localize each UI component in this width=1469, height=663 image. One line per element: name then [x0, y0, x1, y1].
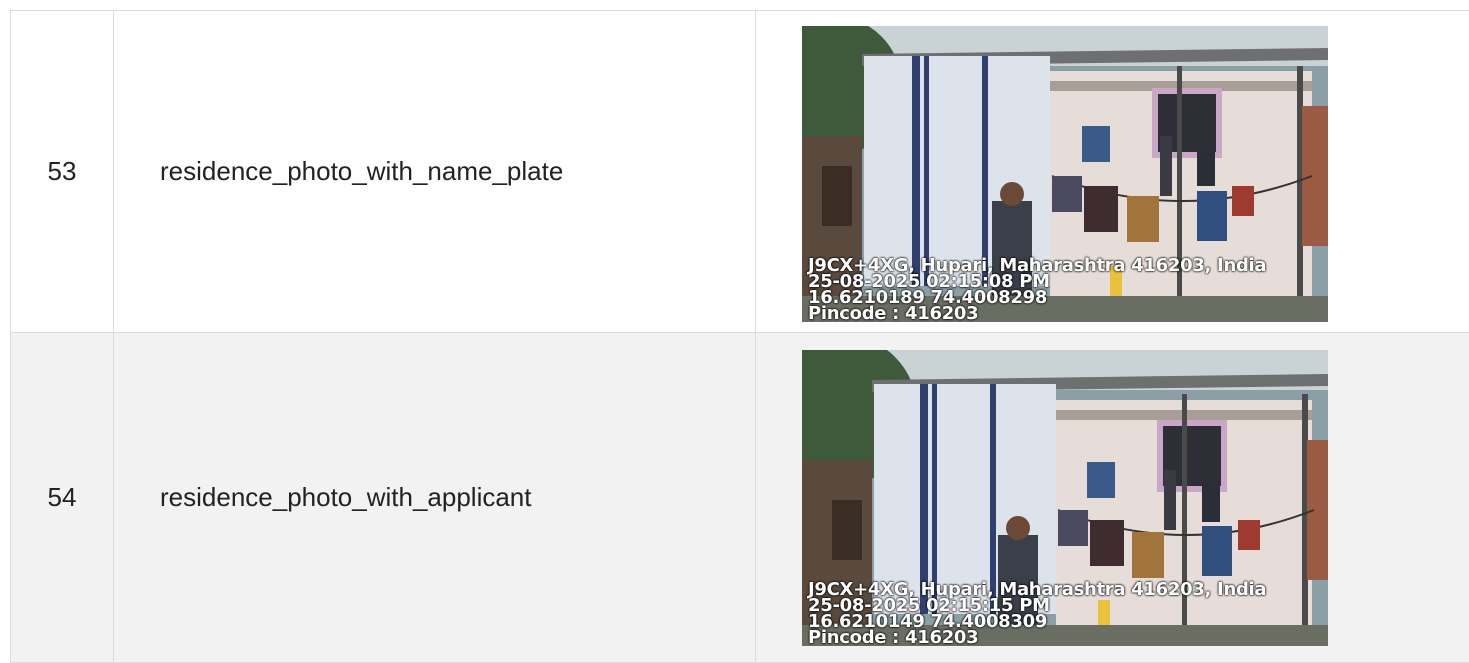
geotag-pincode: Pincode : 416203 [808, 306, 1266, 322]
residence-photo[interactable]: J9CX+4XG, Hupari, Maharashtra 416203, In… [802, 26, 1328, 322]
photo-cell: J9CX+4XG, Hupari, Maharashtra 416203, In… [756, 11, 1469, 333]
residence-photo[interactable]: J9CX+4XG, Hupari, Maharashtra 416203, In… [802, 350, 1328, 646]
table-row: 53 residence_photo_with_name_plate [11, 11, 1469, 333]
photo-geotag-overlay: J9CX+4XG, Hupari, Maharashtra 416203, In… [808, 582, 1266, 646]
table-row: 54 residence_photo_with_applicant [11, 333, 1469, 663]
document-table: 53 residence_photo_with_name_plate [10, 10, 1469, 663]
document-type-label: residence_photo_with_applicant [114, 333, 756, 663]
row-index: 53 [11, 11, 114, 333]
geotag-pincode: Pincode : 416203 [808, 630, 1266, 646]
row-index: 54 [11, 333, 114, 663]
document-type-label: residence_photo_with_name_plate [114, 11, 756, 333]
photo-geotag-overlay: J9CX+4XG, Hupari, Maharashtra 416203, In… [808, 258, 1266, 322]
photo-cell: J9CX+4XG, Hupari, Maharashtra 416203, In… [756, 333, 1469, 663]
